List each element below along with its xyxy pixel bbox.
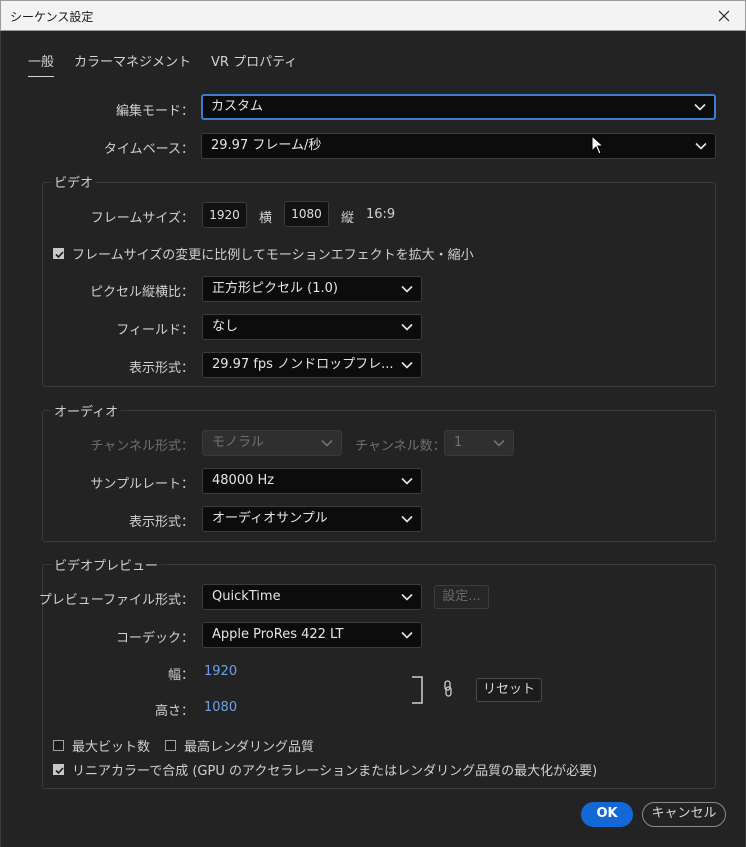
mouse-cursor-icon — [591, 135, 605, 155]
edit-mode-label: 編集モード： — [115, 104, 194, 119]
preview-height-value[interactable]: 1080 — [204, 700, 237, 715]
sample-rate-label: サンプルレート： — [90, 477, 194, 492]
audio-display-format-dropdown[interactable]: オーディオサンプル — [202, 506, 422, 532]
scale-motion-checkbox[interactable]: フレームサイズの変更に比例してモーションエフェクトを拡大・縮小 — [53, 244, 474, 263]
video-group-title: ビデオ — [51, 172, 97, 191]
fields-value: なし — [212, 319, 239, 334]
frame-width-input[interactable]: 1920 — [202, 202, 247, 228]
chevron-down-icon — [401, 631, 413, 639]
channel-format-value: モノラル — [212, 435, 265, 450]
channel-format-dropdown[interactable]: モノラル — [202, 430, 342, 456]
edit-mode-value: カスタム — [211, 99, 264, 114]
chevron-down-icon — [401, 593, 413, 601]
chevron-down-icon — [493, 439, 505, 447]
video-display-format-dropdown[interactable]: 29.97 fps ノンドロップフレ... — [202, 352, 422, 378]
preview-file-format-value: QuickTime — [212, 589, 281, 604]
linear-color-label: リニアカラーで合成 (GPU のアクセラレーションまたはレンダリング品質の最大化… — [72, 764, 598, 779]
timebase-value: 29.97 フレーム/秒 — [211, 138, 322, 153]
codec-label: コーデック： — [115, 631, 194, 646]
chevron-down-icon — [401, 285, 413, 293]
chevron-down-icon — [694, 103, 706, 111]
timebase-label: タイムベース： — [103, 142, 194, 157]
close-icon[interactable] — [711, 4, 737, 28]
audio-group-title: オーディオ — [51, 401, 122, 420]
chevron-down-icon — [401, 515, 413, 523]
checkbox-unchecked-icon — [165, 740, 176, 751]
checkbox-unchecked-icon — [53, 740, 64, 751]
max-render-quality-checkbox[interactable]: 最高レンダリング品質 — [165, 736, 314, 755]
pixel-aspect-value: 正方形ピクセル (1.0) — [212, 281, 338, 296]
max-bit-depth-checkbox[interactable]: 最大ビット数 — [53, 736, 150, 755]
preview-height-label: 高さ： — [154, 704, 194, 719]
preview-file-format-dropdown[interactable]: QuickTime — [202, 584, 422, 610]
frame-width-unit: 横 — [259, 211, 273, 226]
preview-width-label: 幅： — [167, 668, 194, 683]
video-display-format-value: 29.97 fps ノンドロップフレ... — [212, 357, 394, 372]
max-render-quality-label: 最高レンダリング品質 — [184, 740, 315, 755]
pixel-aspect-label: ピクセル縦横比： — [89, 285, 194, 300]
chevron-down-icon — [695, 142, 707, 150]
pixel-aspect-dropdown[interactable]: 正方形ピクセル (1.0) — [202, 276, 422, 302]
video-display-format-label: 表示形式： — [128, 361, 194, 376]
cancel-button[interactable]: キャンセル — [642, 802, 726, 827]
max-bit-depth-label: 最大ビット数 — [72, 740, 151, 755]
preview-file-format-label: プレビューファイル形式： — [38, 593, 194, 608]
tab-general[interactable]: 一般 — [28, 51, 55, 77]
tab-color-management[interactable]: カラーマネジメント — [74, 51, 191, 77]
reset-button[interactable]: リセット — [476, 678, 542, 702]
chain-link-icon[interactable] — [442, 680, 454, 698]
channel-format-label: チャンネル形式： — [90, 439, 194, 454]
sample-rate-value: 48000 Hz — [212, 473, 275, 488]
tab-bar: 一般 カラーマネジメント VR プロパティ — [28, 51, 297, 77]
title-bar: シーケンス設定 — [0, 0, 746, 31]
linear-color-checkbox[interactable]: リニアカラーで合成 (GPU のアクセラレーションまたはレンダリング品質の最大化… — [53, 760, 597, 779]
link-bracket-icon — [412, 676, 423, 704]
sample-rate-dropdown[interactable]: 48000 Hz — [202, 468, 422, 494]
checkbox-checked-icon — [53, 248, 64, 259]
channel-count-dropdown[interactable]: 1 — [444, 430, 514, 456]
chevron-down-icon — [401, 323, 413, 331]
audio-display-format-value: オーディオサンプル — [212, 511, 328, 526]
fields-dropdown[interactable]: なし — [202, 314, 422, 340]
preview-width-value[interactable]: 1920 — [204, 664, 237, 679]
tab-vr-properties[interactable]: VR プロパティ — [211, 51, 297, 77]
codec-value: Apple ProRes 422 LT — [212, 627, 344, 642]
audio-display-format-label: 表示形式： — [128, 515, 194, 530]
video-preview-group-title: ビデオプレビュー — [51, 555, 162, 574]
channel-count-label: チャンネル数： — [355, 439, 446, 454]
edit-mode-dropdown[interactable]: カスタム — [201, 94, 716, 120]
chevron-down-icon — [321, 439, 333, 447]
checkbox-checked-icon — [53, 764, 64, 775]
frame-height-input[interactable]: 1080 — [284, 201, 329, 227]
fields-label: フィールド： — [116, 323, 194, 338]
chevron-down-icon — [401, 477, 413, 485]
codec-dropdown[interactable]: Apple ProRes 422 LT — [202, 622, 422, 648]
frame-height-unit: 縦 — [341, 211, 355, 226]
frame-size-label: フレームサイズ： — [90, 211, 194, 226]
channel-count-value: 1 — [454, 435, 463, 450]
scale-motion-label: フレームサイズの変更に比例してモーションエフェクトを拡大・縮小 — [72, 248, 474, 263]
window-title: シーケンス設定 — [10, 10, 94, 24]
preview-settings-button[interactable]: 設定... — [434, 585, 489, 609]
chevron-down-icon — [401, 361, 413, 369]
timebase-dropdown[interactable]: 29.97 フレーム/秒 — [201, 133, 716, 159]
aspect-ratio-text: 16:9 — [366, 207, 396, 222]
dialog-body: 一般 カラーマネジメント VR プロパティ 編集モード： カスタム タイムベース… — [0, 31, 746, 847]
ok-button[interactable]: OK — [581, 802, 633, 827]
